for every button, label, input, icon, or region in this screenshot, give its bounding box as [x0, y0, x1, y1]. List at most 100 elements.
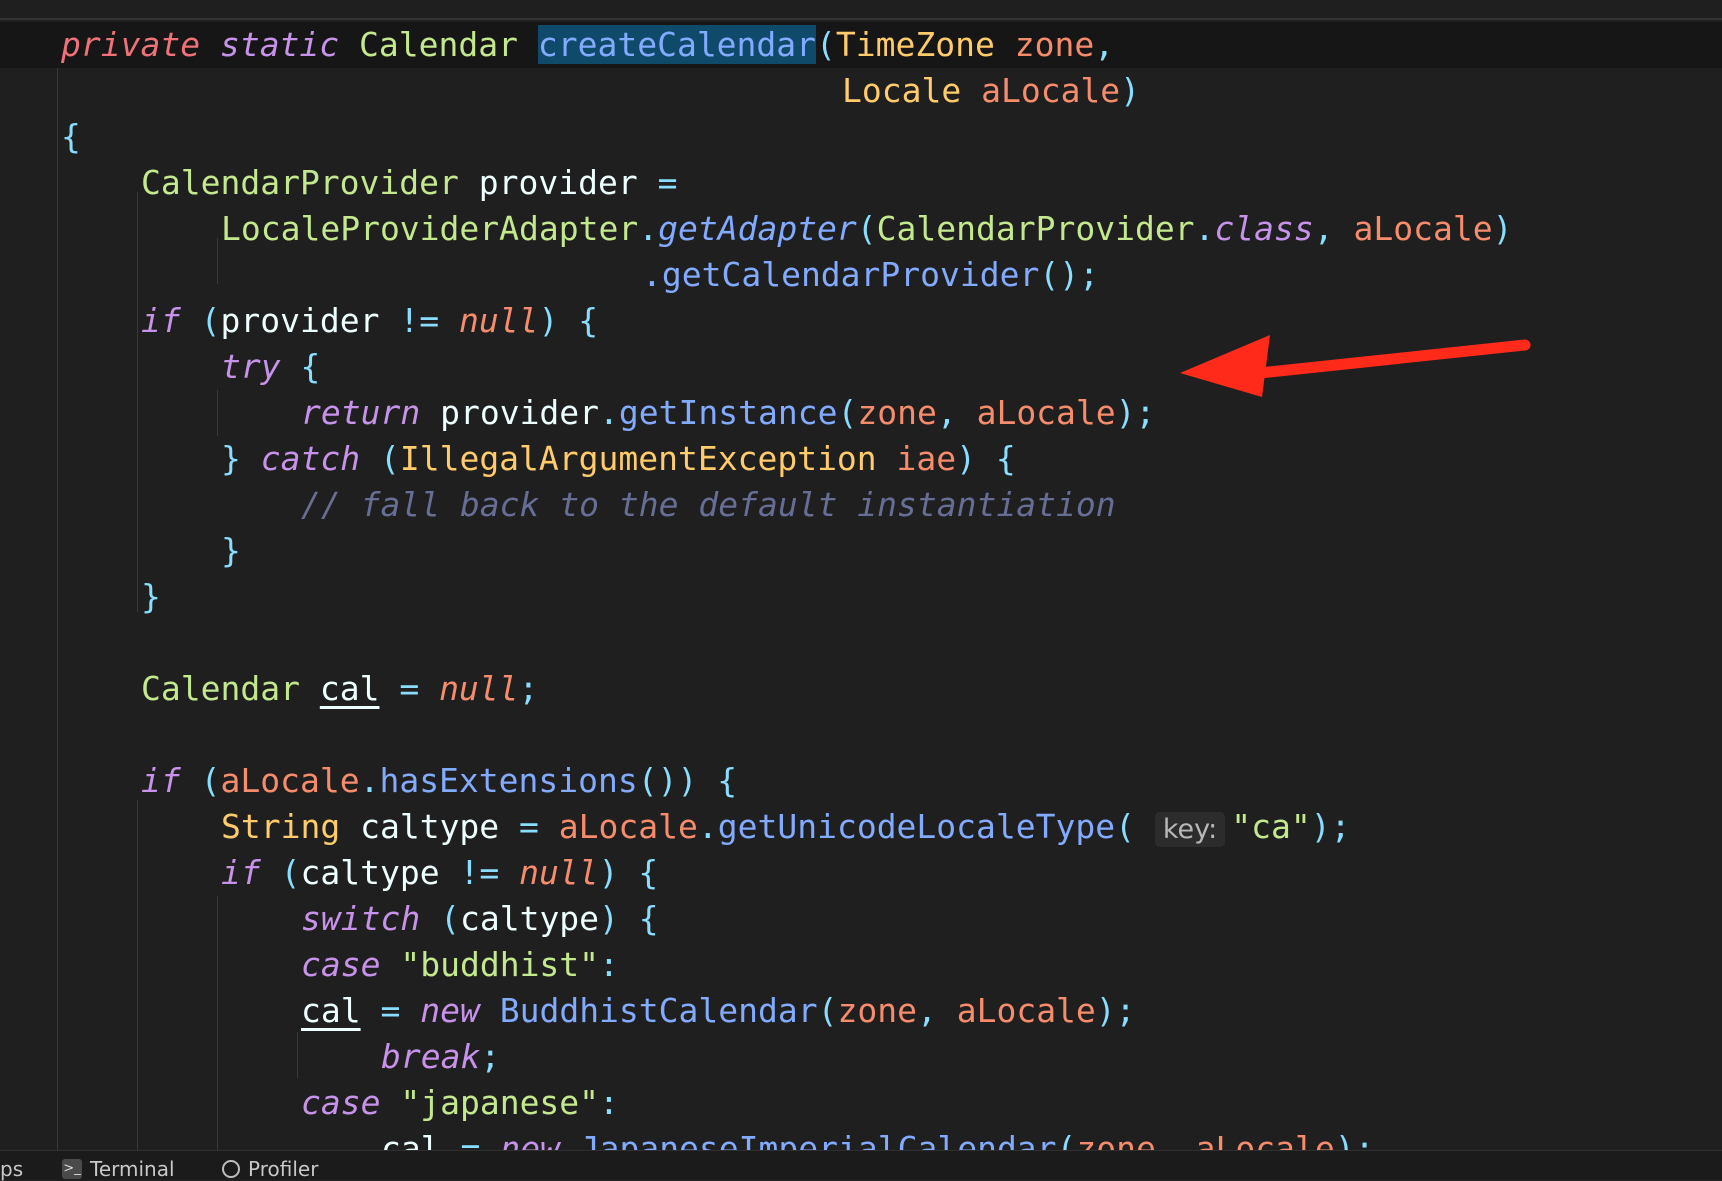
brace: { [578, 301, 599, 340]
code-line-7[interactable]: if (provider != null) { [0, 298, 598, 344]
terminal-icon: >_ [62, 1159, 82, 1179]
code-line-13[interactable]: } [0, 574, 161, 620]
keyword: static [219, 25, 340, 64]
punctuation: ) [598, 853, 619, 892]
punctuation: ; [480, 1037, 501, 1076]
punctuation: ( [440, 899, 460, 938]
variable: cal [301, 991, 361, 1030]
type-name: Calendar [359, 25, 518, 64]
null-literal: null [439, 669, 519, 708]
code-line-6[interactable]: .getCalendarProvider(); [0, 252, 1099, 298]
punctuation: ); [1310, 807, 1351, 846]
code-line-12[interactable]: } [0, 528, 241, 574]
brace: { [300, 347, 321, 386]
method-name-selected[interactable]: createCalendar [537, 25, 817, 64]
punctuation: ()) [637, 761, 698, 800]
punctuation: ) [1120, 71, 1141, 110]
method-name: getAdapter [658, 209, 857, 248]
profiler-icon [222, 1160, 240, 1178]
operator: = [380, 991, 401, 1030]
type-name: String [221, 807, 341, 846]
punctuation: . [1194, 209, 1215, 248]
code-line-1[interactable]: private static Calendar createCalendar(T… [0, 22, 1722, 68]
type-name: Calendar [141, 669, 300, 708]
keyword: private [61, 25, 201, 64]
keyword: try [221, 347, 281, 386]
code-line-19[interactable]: if (caltype != null) { [0, 850, 658, 896]
brace: } [221, 531, 241, 570]
code-line-3[interactable]: { [0, 114, 81, 160]
parameter: aLocale [1195, 1129, 1335, 1150]
punctuation: (); [1039, 255, 1099, 294]
class-name: JapaneseImperialCalendar [579, 1129, 1057, 1150]
class-name: BuddhistCalendar [499, 991, 818, 1030]
code-editor[interactable]: private static Calendar createCalendar(T… [0, 0, 1722, 1150]
punctuation: ( [817, 991, 838, 1030]
string-literal: "ca" [1231, 807, 1311, 846]
keyword: class [1214, 209, 1314, 248]
punctuation: : [599, 1083, 619, 1122]
parameter: aLocale [1353, 209, 1493, 248]
variable: provider [220, 301, 380, 340]
punctuation: ( [379, 439, 400, 478]
punctuation: ( [280, 853, 301, 892]
punctuation: , [1313, 209, 1334, 248]
brace: { [61, 117, 81, 156]
parameter: aLocale [956, 991, 1096, 1030]
code-line-11[interactable]: // fall back to the default instantiatio… [0, 482, 1116, 528]
tab-partial[interactable]: ps [0, 1157, 23, 1181]
type-name: IllegalArgumentException [399, 439, 877, 478]
code-line-9[interactable]: return provider.getInstance(zone, aLocal… [0, 390, 1155, 436]
operator: = [657, 163, 678, 202]
parameter: zone [857, 393, 937, 432]
punctuation: , [1155, 1129, 1176, 1150]
code-line-20[interactable]: switch (caltype) { [0, 896, 659, 942]
code-line-25[interactable]: cal = new JapaneseImperialCalendar(zone,… [0, 1126, 1374, 1150]
punctuation: ); [1095, 991, 1136, 1030]
variable: provider [478, 163, 638, 202]
variable: cal [319, 669, 380, 708]
type-name: Locale [842, 71, 962, 110]
code-line-4[interactable]: CalendarProvider provider = [0, 160, 677, 206]
code-line-2[interactable]: Locale aLocale) [0, 68, 1140, 114]
code-line-22[interactable]: cal = new BuddhistCalendar(zone, aLocale… [0, 988, 1136, 1034]
code-line-24[interactable]: case "japanese": [0, 1080, 619, 1126]
method-name: getInstance [618, 393, 838, 432]
keyword: case [301, 1083, 381, 1122]
punctuation: : [599, 945, 619, 984]
string-literal: "japanese" [400, 1083, 600, 1122]
keyword: switch [301, 899, 421, 938]
punctuation: ); [1334, 1129, 1375, 1150]
code-line-17[interactable]: if (aLocale.hasExtensions()) { [0, 758, 737, 804]
variable: provider [440, 393, 600, 432]
keyword: new [420, 991, 480, 1030]
parameter: aLocale [220, 761, 360, 800]
brace: } [221, 439, 241, 478]
code-line-21[interactable]: case "buddhist": [0, 942, 619, 988]
punctuation: ; [518, 669, 539, 708]
code-line-23[interactable]: break; [0, 1034, 500, 1080]
tab-terminal[interactable]: >_ Terminal [62, 1157, 175, 1181]
code-line-5[interactable]: LocaleProviderAdapter.getAdapter(Calenda… [0, 206, 1512, 252]
punctuation: , [916, 991, 937, 1030]
method-name: getUnicodeLocaleType [717, 807, 1116, 846]
type-name: LocaleProviderAdapter [221, 209, 639, 248]
brace: { [995, 439, 1016, 478]
punctuation: ) [1492, 209, 1513, 248]
punctuation: . [697, 807, 718, 846]
type-name: CalendarProvider [876, 209, 1195, 248]
parameter: aLocale [981, 71, 1121, 110]
punctuation: ( [1056, 1129, 1077, 1150]
tab-profiler[interactable]: Profiler [222, 1157, 318, 1181]
code-line-18[interactable]: String caltype = aLocale.getUnicodeLocal… [0, 804, 1351, 850]
punctuation: ( [816, 25, 836, 64]
code-line-10[interactable]: } catch (IllegalArgumentException iae) { [0, 436, 1016, 482]
punctuation: , [936, 393, 957, 432]
parameter: zone [837, 991, 917, 1030]
code-line-8[interactable]: try { [0, 344, 320, 390]
code-line-15[interactable]: Calendar cal = null; [0, 666, 538, 712]
punctuation: ( [200, 301, 221, 340]
parameter-hint: key: [1154, 812, 1226, 847]
keyword: new [500, 1129, 560, 1150]
variable: caltype [360, 807, 500, 846]
